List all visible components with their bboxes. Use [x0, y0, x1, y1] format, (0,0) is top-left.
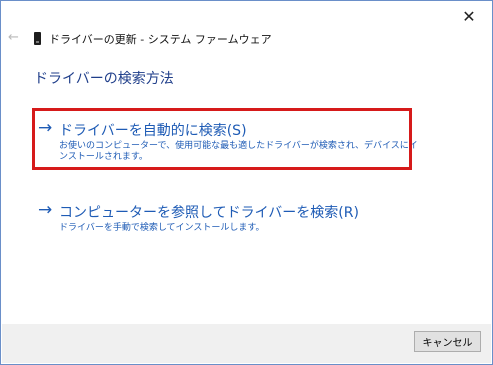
option-title[interactable]: コンピューターを参照してドライバーを検索(R) [59, 202, 359, 222]
arrow-right-icon: → [38, 200, 53, 220]
window-title: ドライバーの更新 - システム ファームウェア [49, 33, 272, 46]
device-icon [34, 32, 41, 45]
back-arrow-icon[interactable]: ← [8, 30, 19, 45]
close-icon[interactable]: ✕ [447, 2, 491, 30]
dialog-header: ← ドライバーの更新 - システム ファームウェア [1, 29, 492, 49]
highlight-annotation-box [32, 108, 412, 170]
page-title: ドライバーの検索方法 [34, 71, 174, 87]
dialog-footer: キャンセル [2, 324, 491, 363]
cancel-button[interactable]: キャンセル [414, 331, 481, 352]
option-description: ドライバーを手動で検索してインストールします。 [59, 223, 265, 233]
driver-update-dialog: ✕ ← ドライバーの更新 - システム ファームウェア ドライバーの検索方法 →… [0, 0, 493, 365]
